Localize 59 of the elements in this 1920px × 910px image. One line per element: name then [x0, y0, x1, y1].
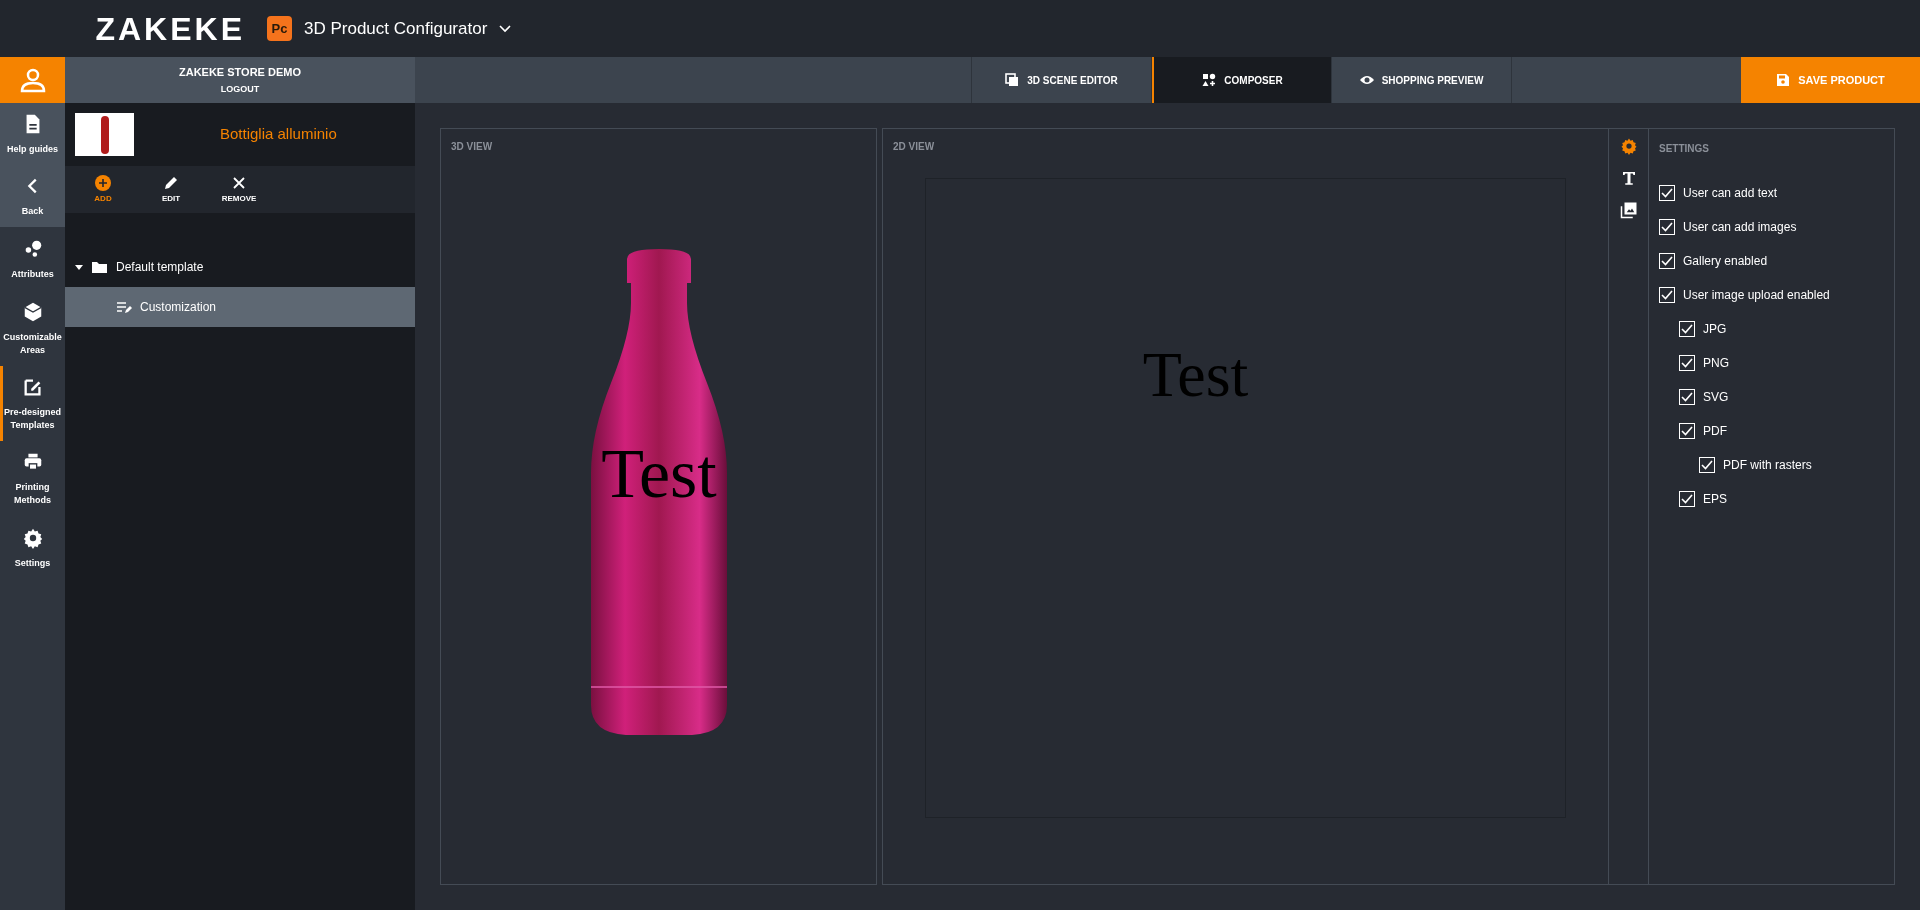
account-tile[interactable]: [0, 57, 65, 103]
product-name: Bottiglia alluminio: [220, 124, 337, 145]
tree-item[interactable]: Customization: [65, 287, 415, 327]
bottle-text: Test: [600, 435, 717, 512]
checkbox[interactable]: [1659, 287, 1675, 303]
checkbox-label: Gallery enabled: [1683, 253, 1768, 270]
checkbox-label: User can add text: [1683, 185, 1778, 202]
copy-icon: [1005, 73, 1020, 87]
checkbox-label: EPS: [1703, 491, 1727, 508]
settings-title: SETTINGS: [1659, 142, 1710, 156]
checkbox[interactable]: [1679, 491, 1695, 507]
edit-button[interactable]: EDIT: [151, 174, 191, 205]
store-name: ZAKEKE STORE DEMO: [179, 64, 301, 80]
panel-title: 2D VIEW: [893, 140, 936, 154]
logo: ZAKEKE: [95, 9, 245, 49]
pencil-icon: [163, 174, 179, 191]
rail-item[interactable]: Help guides: [0, 103, 65, 165]
checkbox[interactable]: [1679, 423, 1695, 439]
add-button[interactable]: ADD: [83, 174, 123, 205]
checkbox-label: PDF with rasters: [1723, 457, 1812, 474]
settings-icon[interactable]: [1619, 137, 1638, 155]
checkbox[interactable]: [1659, 185, 1675, 201]
checkbox-label: PNG: [1703, 355, 1729, 372]
checkbox[interactable]: [1699, 457, 1715, 473]
panel-title: 3D VIEW: [451, 140, 494, 154]
chevron-icon[interactable]: [499, 24, 512, 33]
folder-icon: [92, 261, 107, 273]
checkbox-label: PDF: [1703, 423, 1727, 440]
product-thumbnail: [75, 113, 134, 156]
checkbox[interactable]: [1679, 321, 1695, 337]
caret-icon: [75, 264, 83, 270]
tab[interactable]: COMPOSER: [1152, 57, 1332, 103]
rail-item[interactable]: Pre-designed Templates: [0, 366, 65, 441]
bottle-drawing[interactable]: Test: [588, 249, 729, 735]
checkbox-label: JPG: [1703, 321, 1727, 338]
checkbox-label: User can add images: [1683, 219, 1797, 236]
rail-item[interactable]: Printing Methods: [0, 441, 65, 516]
app-title[interactable]: 3D Product Configurator: [304, 15, 488, 42]
list-edit-icon: [117, 301, 132, 313]
checkbox[interactable]: [1679, 389, 1695, 405]
checkbox[interactable]: [1659, 253, 1675, 269]
logout-link[interactable]: LOGOUT: [220, 83, 260, 97]
remove-button[interactable]: REMOVE: [219, 174, 259, 205]
close-icon: [231, 174, 247, 191]
checkbox-label: User image upload enabled: [1683, 287, 1830, 304]
rail-item[interactable]: Attributes: [0, 227, 65, 291]
checkbox[interactable]: [1679, 355, 1695, 371]
user-icon: [19, 67, 46, 93]
rail-item[interactable]: Back: [0, 165, 65, 227]
rail-item[interactable]: Settings: [0, 516, 65, 580]
checkbox-label: SVG: [1703, 389, 1729, 406]
plus-circle-icon: [95, 174, 111, 191]
tree-item[interactable]: Default template: [65, 247, 415, 287]
app-icon: Pc: [267, 16, 292, 41]
checkbox[interactable]: [1659, 219, 1675, 235]
rail-item[interactable]: Customizable Areas: [0, 291, 65, 366]
shapes-icon: [1202, 73, 1217, 87]
eye-icon: [1359, 73, 1374, 87]
images-icon[interactable]: [1619, 201, 1638, 219]
